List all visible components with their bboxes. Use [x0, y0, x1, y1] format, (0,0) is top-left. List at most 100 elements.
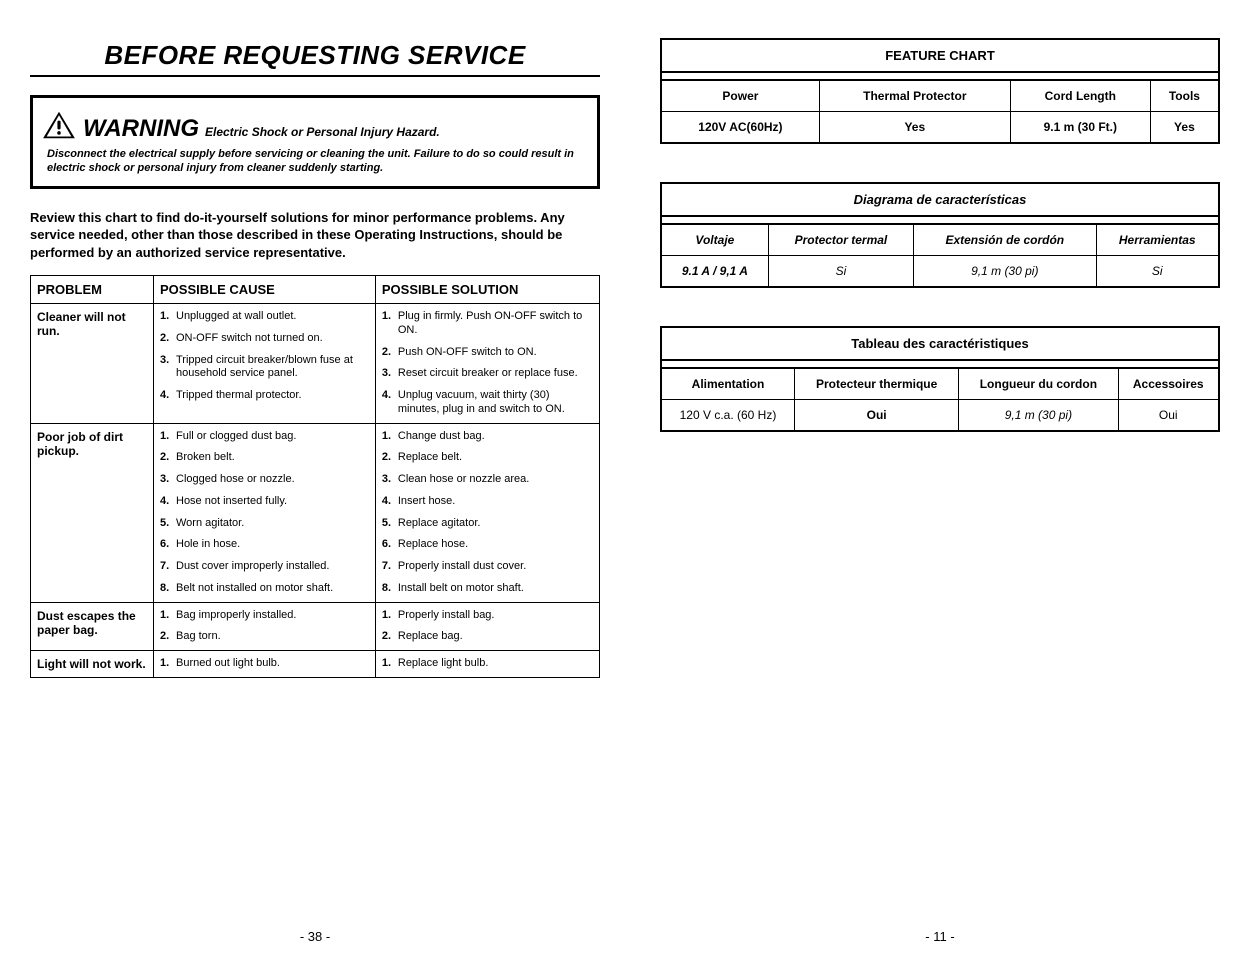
val-longueur: 9,1 m (30 pi): [958, 400, 1117, 430]
cause-cell: 1.Burned out light bulb.: [154, 651, 376, 678]
cause-item: Tripped thermal protector.: [176, 389, 369, 403]
col-tools: Tools: [1150, 79, 1218, 112]
problem-cell: Poor job of dirt pickup.: [31, 423, 154, 602]
solution-cell: 1.Change dust bag. 2.Replace belt. 3.Cle…: [375, 423, 599, 602]
feature-subhead-row: Alimentation Protecteur thermique Longue…: [662, 367, 1218, 400]
col-protector: Protector termal: [768, 223, 913, 256]
feature-title: Diagrama de características: [662, 184, 1218, 217]
val-alimentation: 120 V c.a. (60 Hz): [662, 400, 794, 430]
cause-item: Tripped circuit breaker/blown fuse at ho…: [176, 354, 369, 382]
solution-item: Reset circuit breaker or replace fuse.: [398, 367, 593, 381]
val-power: 120V AC(60Hz): [662, 112, 819, 142]
cause-cell: 1.Full or clogged dust bag. 2.Broken bel…: [154, 423, 376, 602]
warning-triangle-icon: [41, 110, 77, 140]
troubleshoot-table: PROBLEM POSSIBLE CAUSE POSSIBLE SOLUTION…: [30, 275, 600, 678]
page-number-left: - 38 -: [30, 909, 600, 944]
th-cause: POSSIBLE CAUSE: [154, 276, 376, 304]
feature-data-row: 9.1 A / 9,1 A Si 9,1 m (30 pi) Si: [662, 256, 1218, 286]
feature-chart-es: Diagrama de características Voltaje Prot…: [660, 182, 1220, 288]
cause-item: Full or clogged dust bag.: [176, 430, 369, 444]
left-page: BEFORE REQUESTING SERVICE WARNING Electr…: [30, 30, 600, 944]
main-heading: BEFORE REQUESTING SERVICE: [30, 40, 600, 77]
th-solution: POSSIBLE SOLUTION: [375, 276, 599, 304]
solution-item: Unplug vacuum, wait thirty (30) minutes,…: [398, 389, 593, 417]
solution-item: Insert hose.: [398, 495, 593, 509]
val-herramientas: Si: [1096, 256, 1219, 286]
cause-item: Hole in hose.: [176, 538, 369, 552]
solution-cell: 1.Plug in firmly. Push ON-OFF switch to …: [375, 304, 599, 424]
col-thermal: Thermal Protector: [819, 79, 1010, 112]
solution-item: Install belt on motor shaft.: [398, 582, 593, 596]
solution-cell: 1.Properly install bag. 2.Replace bag.: [375, 602, 599, 651]
col-longueur: Longueur du cordon: [958, 367, 1117, 400]
cause-item: Hose not inserted fully.: [176, 495, 369, 509]
feature-chart-fr: Tableau des caractéristiques Alimentatio…: [660, 326, 1220, 432]
solution-item: Replace light bulb.: [398, 657, 593, 671]
feature-title: Tableau des caractéristiques: [662, 328, 1218, 361]
th-problem: PROBLEM: [31, 276, 154, 304]
table-row: Light will not work. 1.Burned out light …: [31, 651, 600, 678]
cause-item: Broken belt.: [176, 451, 369, 465]
table-row: Poor job of dirt pickup. 1.Full or clogg…: [31, 423, 600, 602]
feature-chart-en: FEATURE CHART Power Thermal Protector Co…: [660, 38, 1220, 144]
cause-cell: 1.Unplugged at wall outlet. 2.ON-OFF swi…: [154, 304, 376, 424]
col-accessoires: Accessoires: [1118, 367, 1219, 400]
right-page: FEATURE CHART Power Thermal Protector Co…: [660, 30, 1220, 944]
cause-item: Worn agitator.: [176, 517, 369, 531]
col-voltaje: Voltaje: [662, 223, 768, 256]
warning-body-text: Disconnect the electrical supply before …: [47, 147, 587, 176]
val-extension: 9,1 m (30 pi): [913, 256, 1095, 286]
feature-title: FEATURE CHART: [662, 40, 1218, 73]
solution-item: Properly install dust cover.: [398, 560, 593, 574]
problem-cell: Dust escapes the paper bag.: [31, 602, 154, 651]
cause-item: ON-OFF switch not turned on.: [176, 332, 369, 346]
cause-item: Bag torn.: [176, 630, 369, 644]
solution-item: Replace bag.: [398, 630, 593, 644]
warning-header: WARNING Electric Shock or Personal Injur…: [41, 106, 587, 143]
problem-cell: Light will not work.: [31, 651, 154, 678]
cause-item: Dust cover improperly installed.: [176, 560, 369, 574]
col-alimentation: Alimentation: [662, 367, 794, 400]
feature-title-row: Diagrama de características: [662, 184, 1218, 217]
solution-item: Change dust bag.: [398, 430, 593, 444]
solution-item: Push ON-OFF switch to ON.: [398, 346, 593, 360]
col-power: Power: [662, 79, 819, 112]
solution-item: Plug in firmly. Push ON-OFF switch to ON…: [398, 310, 593, 338]
table-row: Cleaner will not run. 1.Unplugged at wal…: [31, 304, 600, 424]
val-accessoires: Oui: [1118, 400, 1219, 430]
feature-subhead-row: Voltaje Protector termal Extensión de co…: [662, 223, 1218, 256]
feature-title-row: FEATURE CHART: [662, 40, 1218, 73]
val-thermal: Yes: [819, 112, 1010, 142]
val-cord: 9.1 m (30 Ft.): [1010, 112, 1150, 142]
solution-item: Properly install bag.: [398, 609, 593, 623]
table-row: Dust escapes the paper bag. 1.Bag improp…: [31, 602, 600, 651]
feature-title-row: Tableau des caractéristiques: [662, 328, 1218, 361]
val-protecteur: Oui: [794, 400, 958, 430]
warning-word: WARNING: [83, 115, 199, 143]
solution-cell: 1.Replace light bulb.: [375, 651, 599, 678]
solution-item: Clean hose or nozzle area.: [398, 473, 593, 487]
feature-data-row: 120V AC(60Hz) Yes 9.1 m (30 Ft.) Yes: [662, 112, 1218, 142]
cause-cell: 1.Bag improperly installed. 2.Bag torn.: [154, 602, 376, 651]
cause-item: Unplugged at wall outlet.: [176, 310, 369, 324]
col-extension: Extensión de cordón: [913, 223, 1095, 256]
problem-cell: Cleaner will not run.: [31, 304, 154, 424]
cause-item: Burned out light bulb.: [176, 657, 369, 671]
solution-item: Replace hose.: [398, 538, 593, 552]
page-number-right: - 11 -: [660, 909, 1220, 944]
col-protecteur: Protecteur thermique: [794, 367, 958, 400]
val-protector: Si: [768, 256, 913, 286]
val-voltaje: 9.1 A / 9,1 A: [662, 256, 768, 286]
solution-item: Replace agitator.: [398, 517, 593, 531]
instructions-text: Review this chart to find do-it-yourself…: [30, 209, 600, 262]
warning-box: WARNING Electric Shock or Personal Injur…: [30, 95, 600, 189]
cause-item: Belt not installed on motor shaft.: [176, 582, 369, 596]
feature-subhead-row: Power Thermal Protector Cord Length Tool…: [662, 79, 1218, 112]
cause-item: Clogged hose or nozzle.: [176, 473, 369, 487]
warning-hazard: Electric Shock or Personal Injury Hazard…: [205, 125, 440, 139]
col-cord: Cord Length: [1010, 79, 1150, 112]
cause-item: Bag improperly installed.: [176, 609, 369, 623]
val-tools: Yes: [1150, 112, 1218, 142]
feature-data-row: 120 V c.a. (60 Hz) Oui 9,1 m (30 pi) Oui: [662, 400, 1218, 430]
table-header-row: PROBLEM POSSIBLE CAUSE POSSIBLE SOLUTION: [31, 276, 600, 304]
